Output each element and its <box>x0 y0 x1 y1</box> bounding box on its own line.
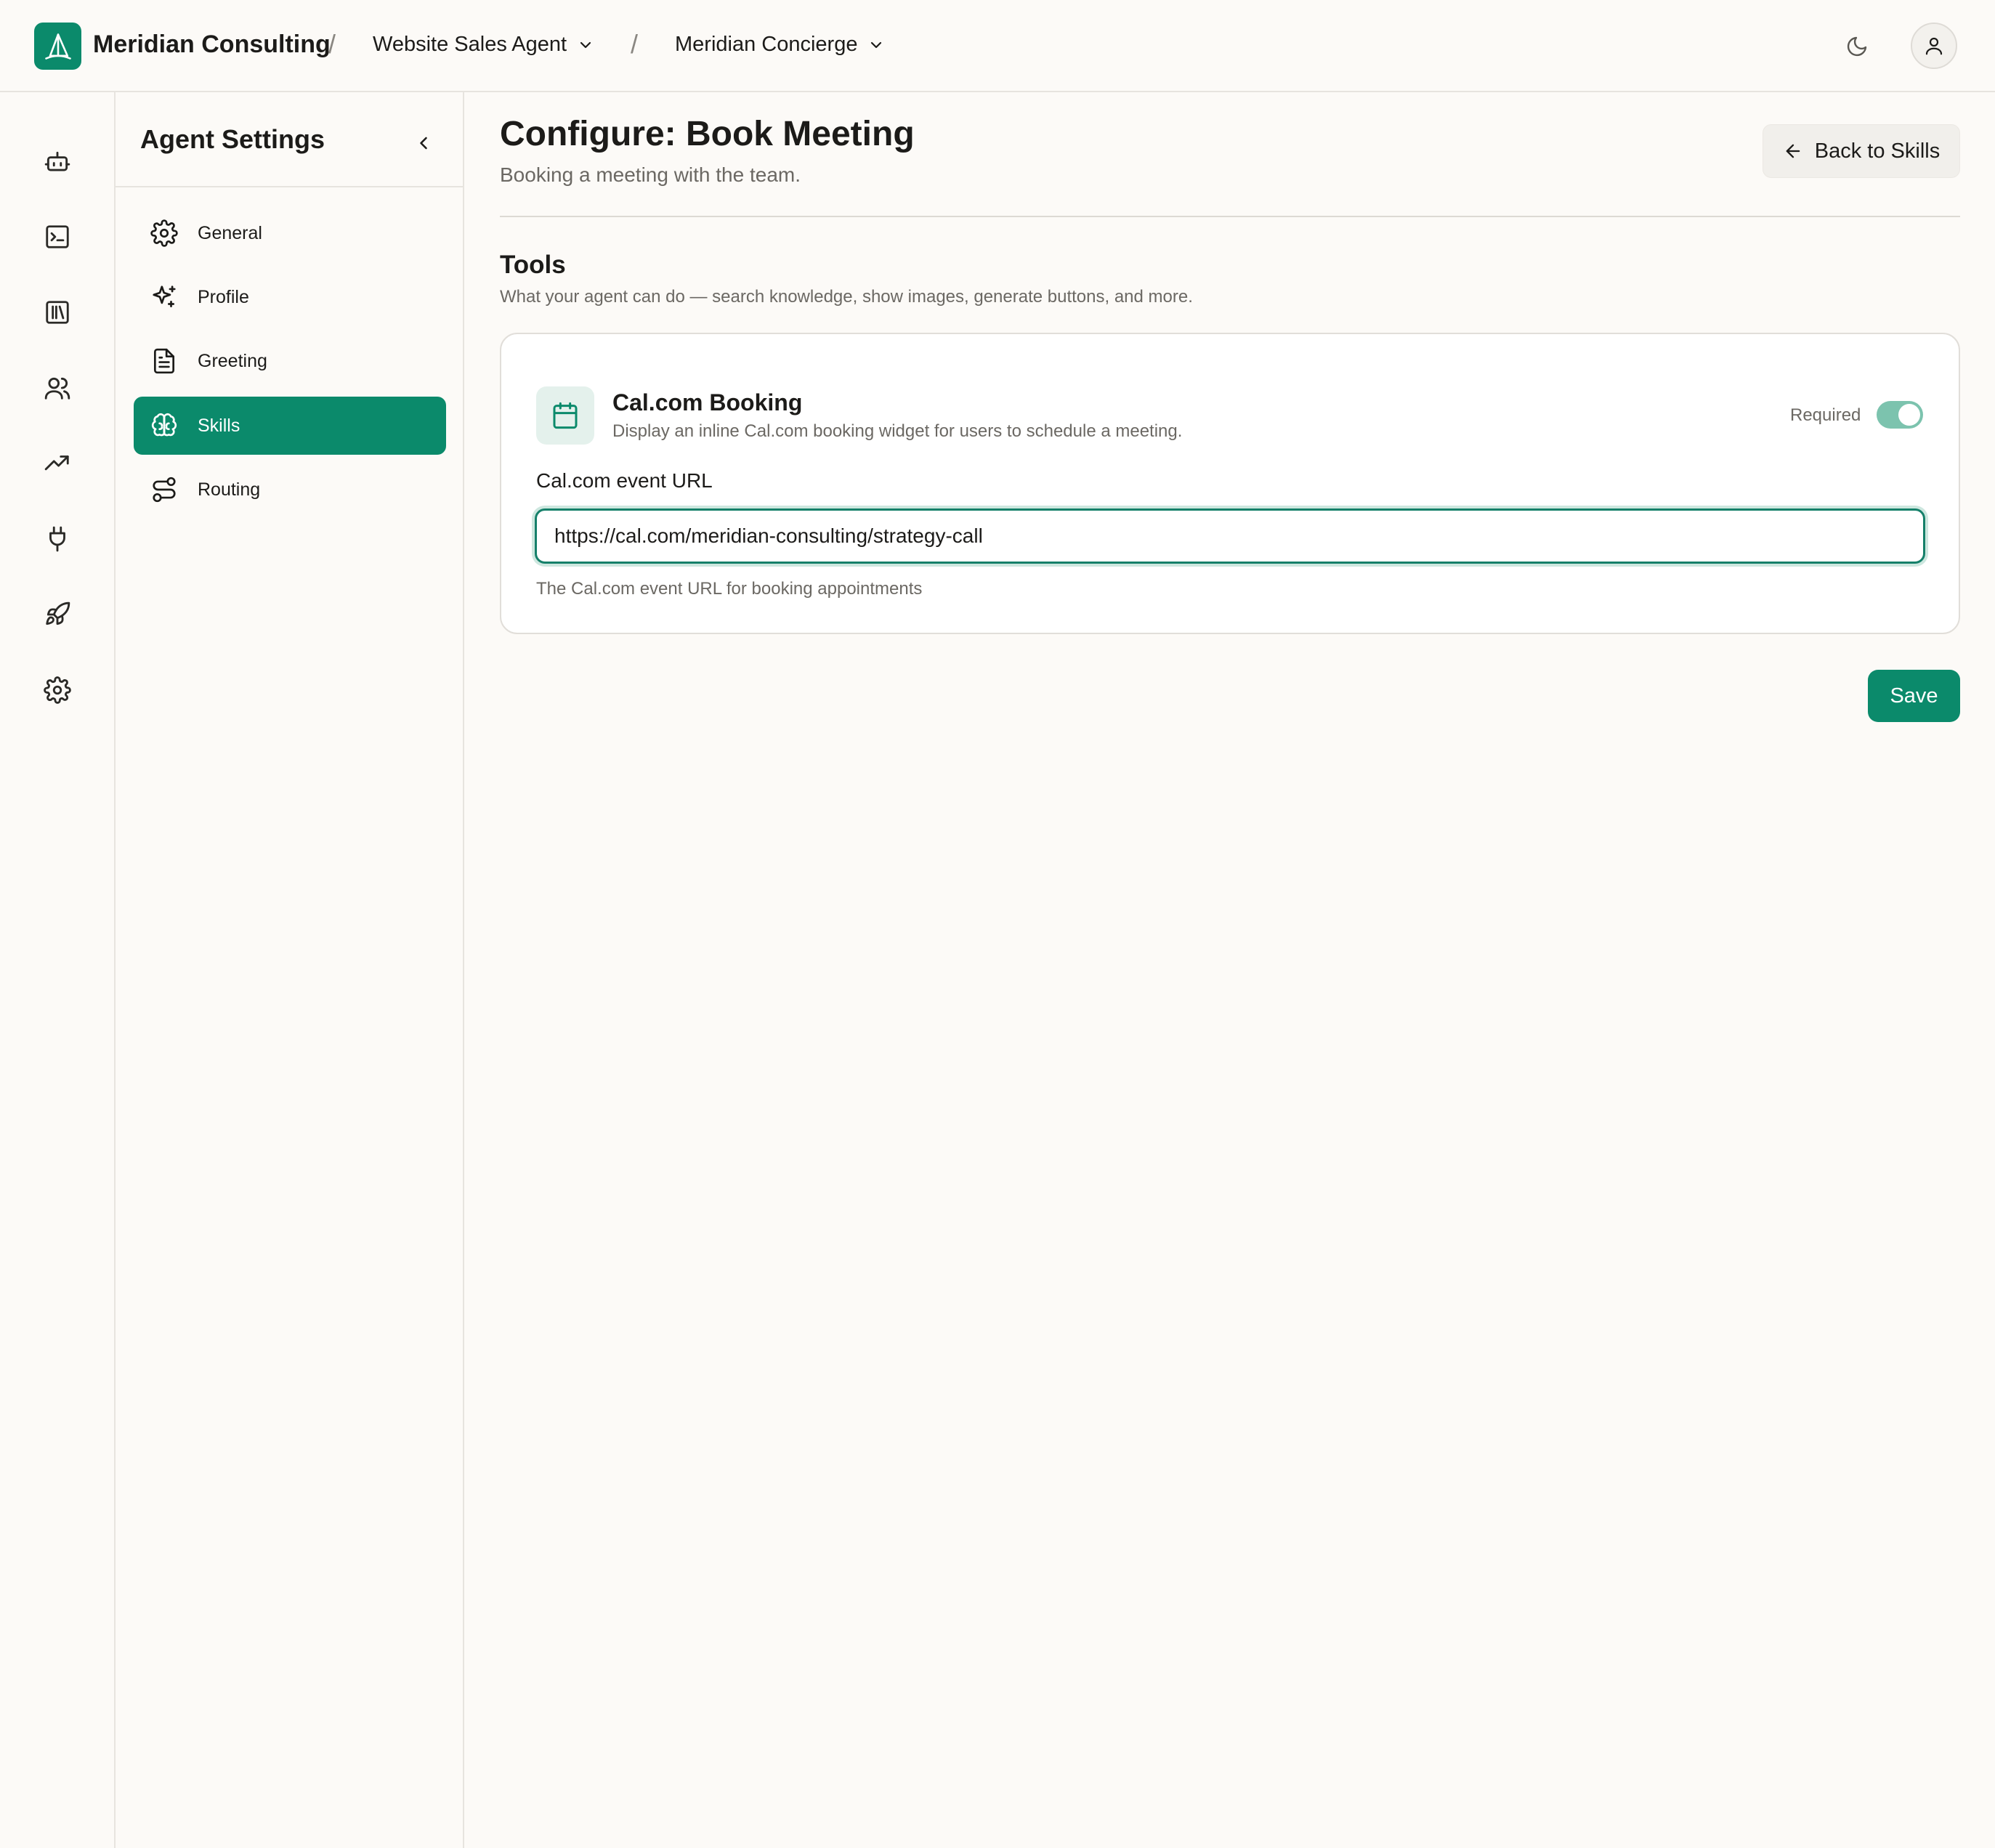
required-toggle[interactable] <box>1877 401 1923 429</box>
chevron-down-icon <box>577 36 594 54</box>
settings-sidebar: Agent Settings General Profile Greeting … <box>116 92 464 1848</box>
brain-icon <box>150 411 179 440</box>
breadcrumb-separator: / <box>328 29 336 59</box>
user-avatar-button[interactable] <box>1911 23 1957 69</box>
breadcrumb-separator: / <box>631 29 639 59</box>
sidebar-item-label: General <box>198 223 262 243</box>
sparkles-icon <box>150 283 179 312</box>
rail-deploy-button[interactable] <box>36 593 78 636</box>
sidebar-item-skills[interactable]: Skills <box>134 397 446 455</box>
sidebar-item-profile[interactable]: Profile <box>134 268 446 326</box>
back-to-skills-button[interactable]: Back to Skills <box>1763 124 1960 178</box>
tools-section-title: Tools <box>500 251 566 279</box>
gear-icon <box>150 219 179 248</box>
sidebar-header: Agent Settings <box>116 92 463 187</box>
save-button[interactable]: Save <box>1868 670 1960 722</box>
rail-analytics-button[interactable] <box>36 442 78 485</box>
event-url-label: Cal.com event URL <box>536 469 713 492</box>
sidebar-item-routing[interactable]: Routing <box>134 461 446 519</box>
sidebar-item-general[interactable]: General <box>134 204 446 262</box>
brand-name: Meridian Consulting <box>93 31 331 58</box>
trending-up-icon <box>44 450 71 477</box>
library-icon <box>44 299 71 326</box>
theme-toggle-button[interactable] <box>1838 28 1876 65</box>
users-icon <box>44 374 71 402</box>
user-icon <box>1923 35 1945 57</box>
document-icon <box>150 346 179 376</box>
tool-description: Display an inline Cal.com booking widget… <box>612 421 1183 441</box>
sidebar-item-label: Greeting <box>198 351 267 371</box>
rail-console-button[interactable] <box>36 216 78 258</box>
toggle-knob <box>1898 404 1920 426</box>
rail-contacts-button[interactable] <box>36 367 78 409</box>
rail-library-button[interactable] <box>36 291 78 333</box>
required-label: Required <box>1790 405 1861 425</box>
page-subtitle: Booking a meeting with the team. <box>500 163 801 186</box>
rail-agents-button[interactable] <box>36 141 78 183</box>
header-divider <box>500 216 1960 217</box>
collapse-sidebar-button[interactable] <box>403 123 444 163</box>
persona-selector-label: Meridian Concierge <box>675 33 858 56</box>
bot-icon <box>44 148 71 176</box>
agent-selector-label: Website Sales Agent <box>373 33 567 56</box>
moon-icon <box>1845 35 1869 58</box>
event-url-help: The Cal.com event URL for booking appoin… <box>536 579 923 599</box>
icon-rail <box>0 92 116 1848</box>
terminal-icon <box>44 223 71 251</box>
page-title: Configure: Book Meeting <box>500 115 915 153</box>
sidebar-item-label: Routing <box>198 479 261 500</box>
sidebar-item-greeting[interactable]: Greeting <box>134 332 446 390</box>
rail-integrations-button[interactable] <box>36 518 78 560</box>
logo-sail-icon[interactable] <box>34 23 81 70</box>
arrow-left-icon <box>1783 141 1803 161</box>
main-content: Configure: Book Meeting Booking a meetin… <box>466 92 1995 1848</box>
top-bar: Meridian Consulting / Website Sales Agen… <box>0 0 1995 92</box>
rail-settings-button[interactable] <box>36 669 78 711</box>
event-url-input[interactable] <box>535 508 1925 564</box>
app-root: Meridian Consulting / Website Sales Agen… <box>0 0 1995 1848</box>
tool-name: Cal.com Booking <box>612 389 803 416</box>
agent-selector[interactable]: Website Sales Agent <box>373 33 594 57</box>
chevron-down-icon <box>867 36 885 54</box>
calendar-icon <box>536 386 594 445</box>
persona-selector[interactable]: Meridian Concierge <box>675 33 885 57</box>
sidebar-title: Agent Settings <box>140 124 325 154</box>
rocket-icon <box>44 601 71 628</box>
gear-icon <box>44 676 71 704</box>
route-icon <box>150 475 179 504</box>
plug-icon <box>44 525 71 553</box>
chevron-left-icon <box>413 133 434 153</box>
tool-card-calcom: Cal.com Booking Display an inline Cal.co… <box>500 333 1960 634</box>
sidebar-item-label: Profile <box>198 287 249 307</box>
tools-section-subtitle: What your agent can do — search knowledg… <box>500 287 1193 307</box>
back-button-label: Back to Skills <box>1814 139 1941 163</box>
sidebar-item-label: Skills <box>198 416 240 436</box>
